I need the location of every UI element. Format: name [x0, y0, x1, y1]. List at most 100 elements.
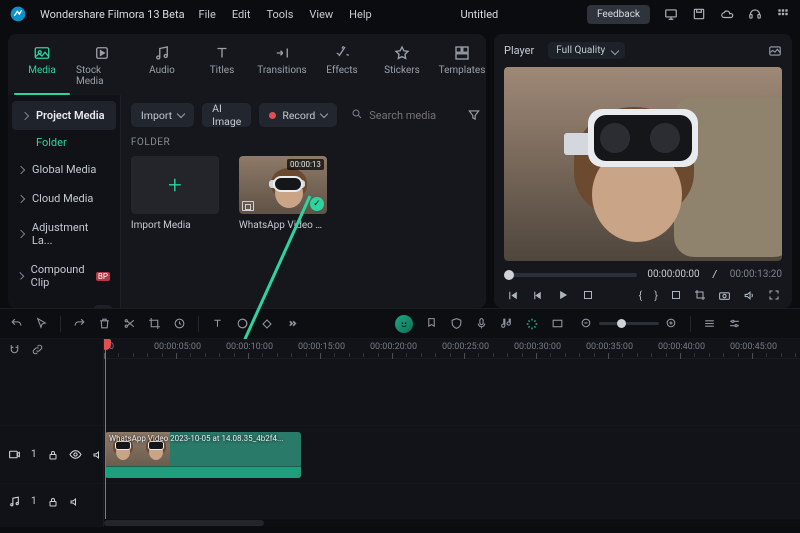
- delete-icon[interactable]: [98, 317, 111, 330]
- apps-icon[interactable]: [776, 7, 790, 21]
- fullscreen-icon[interactable]: [768, 289, 780, 301]
- settings-gear-icon[interactable]: [728, 317, 741, 330]
- new-bin-icon[interactable]: [16, 307, 30, 308]
- tab-stickers[interactable]: Stickers: [374, 40, 430, 93]
- speed-icon[interactable]: [173, 317, 186, 330]
- select-tool-icon[interactable]: [35, 317, 48, 330]
- crop-tool-icon[interactable]: [148, 317, 161, 330]
- search-input[interactable]: [349, 103, 451, 127]
- menu-file[interactable]: File: [199, 8, 216, 21]
- scrollbar-thumb[interactable]: [104, 520, 264, 526]
- display-icon[interactable]: [664, 7, 678, 21]
- clip-audio-lane: [105, 466, 301, 478]
- split-icon[interactable]: [123, 317, 136, 330]
- media-thumb[interactable]: 00:00:13 ✓ WhatsApp Video 2023-10-05...: [239, 156, 327, 231]
- crop-icon[interactable]: [694, 289, 706, 301]
- sidebar-item-compound-clip[interactable]: Compound ClipBP: [8, 255, 120, 297]
- tab-media[interactable]: Media: [14, 40, 70, 93]
- audio-track-row[interactable]: [104, 483, 800, 519]
- templates-icon: [453, 44, 471, 62]
- brace-close-icon[interactable]: }: [654, 289, 658, 302]
- sidebar-item-cloud-media[interactable]: Cloud Media: [8, 184, 120, 213]
- volume-icon[interactable]: [743, 289, 756, 302]
- sidebar-item-folder[interactable]: Folder: [8, 130, 120, 155]
- marker-icon[interactable]: [425, 317, 438, 330]
- snapshot-icon[interactable]: [768, 44, 782, 58]
- sidebar-item-project-media[interactable]: Project Media: [12, 101, 116, 130]
- mute-icon[interactable]: [92, 449, 104, 461]
- video-track-row[interactable]: WhatsApp Video 2023-10-05 at 14.08.35_4b…: [104, 425, 800, 483]
- timeline-canvas[interactable]: 00 00:00:05:00 00:00:10:00 00:00:15:00 0…: [104, 339, 800, 527]
- tab-effects[interactable]: Effects: [314, 40, 370, 93]
- menu-help[interactable]: Help: [349, 8, 372, 21]
- save-project-icon[interactable]: [692, 7, 706, 21]
- import-button[interactable]: Import: [131, 103, 194, 127]
- timeline-ruler[interactable]: 00 00:00:05:00 00:00:10:00 00:00:15:00 0…: [104, 339, 800, 359]
- new-folder-icon[interactable]: [40, 307, 54, 308]
- zoom-knob[interactable]: [617, 319, 626, 328]
- feedback-button[interactable]: Feedback: [587, 5, 650, 24]
- eye-icon[interactable]: [69, 448, 82, 461]
- cloud-icon[interactable]: [720, 7, 734, 21]
- shield-icon[interactable]: [450, 317, 463, 330]
- play-icon[interactable]: [556, 288, 570, 302]
- tab-stock-media[interactable]: Stock Media: [74, 40, 130, 93]
- import-media-card[interactable]: + Import Media: [131, 156, 219, 231]
- tab-audio[interactable]: Audio: [134, 40, 190, 93]
- mute-icon[interactable]: [69, 496, 81, 508]
- tab-transitions[interactable]: Transitions: [254, 40, 310, 93]
- filter-icon[interactable]: [467, 108, 481, 122]
- sidebar-item-adjustment-layer[interactable]: Adjustment La...: [8, 213, 120, 255]
- menu-tools[interactable]: Tools: [266, 8, 293, 21]
- ai-enhance-icon[interactable]: [525, 317, 539, 331]
- voice-icon[interactable]: [475, 317, 488, 330]
- redo-icon[interactable]: [73, 317, 86, 330]
- zoom-out-icon[interactable]: [580, 317, 593, 330]
- logo-icon: [10, 6, 26, 22]
- lock-icon[interactable]: [47, 496, 59, 508]
- audio-track-header[interactable]: 1: [0, 483, 103, 519]
- aspect-icon[interactable]: [551, 317, 564, 330]
- playhead[interactable]: [105, 339, 106, 527]
- quality-select[interactable]: Full Quality: [548, 42, 625, 59]
- collapse-sidebar-icon[interactable]: [94, 305, 112, 308]
- preview-viewport[interactable]: [504, 67, 782, 261]
- audio-mixer-icon[interactable]: [500, 317, 513, 330]
- timeline-scrollbar[interactable]: [104, 519, 800, 527]
- menu-view[interactable]: View: [309, 8, 333, 21]
- tab-media-label: Media: [28, 65, 56, 76]
- lock-icon[interactable]: [47, 449, 59, 461]
- more-tools-icon[interactable]: [285, 317, 298, 330]
- brace-open-icon[interactable]: {: [639, 289, 643, 302]
- stop-icon[interactable]: [582, 289, 594, 301]
- link-icon[interactable]: [31, 343, 44, 356]
- tab-titles[interactable]: Titles: [194, 40, 250, 93]
- ai-tool-icon[interactable]: [395, 315, 413, 333]
- video-track-header[interactable]: 1: [0, 425, 103, 483]
- ruler-label: 00:00:45:00: [730, 342, 777, 352]
- undo-icon[interactable]: [10, 317, 23, 330]
- record-button[interactable]: Record: [259, 103, 337, 127]
- text-tool-icon[interactable]: [211, 317, 224, 330]
- ruler-label: 00:00:25:00: [442, 342, 489, 352]
- ai-image-button[interactable]: AI Image: [202, 103, 251, 127]
- color-match-icon[interactable]: [236, 317, 249, 330]
- zoom-slider[interactable]: [599, 322, 659, 325]
- camera-icon[interactable]: [718, 289, 731, 302]
- keyframe-icon[interactable]: [261, 318, 273, 330]
- scrub-handle[interactable]: [504, 270, 514, 280]
- step-back-icon[interactable]: [531, 289, 544, 302]
- thumb-label: Import Media: [131, 220, 219, 231]
- menu-edit[interactable]: Edit: [232, 8, 251, 21]
- track-view-icon[interactable]: [703, 317, 716, 330]
- tab-templates[interactable]: Templates: [434, 40, 486, 93]
- scrub-track[interactable]: [504, 273, 637, 277]
- magnet-icon[interactable]: [8, 343, 21, 356]
- video-clip[interactable]: WhatsApp Video 2023-10-05 at 14.08.35_4b…: [105, 432, 301, 478]
- library-panel: Media Stock Media Audio Titles Transitio…: [8, 34, 486, 308]
- support-icon[interactable]: [748, 7, 762, 21]
- zoom-in-icon[interactable]: [665, 317, 678, 330]
- mark-in-icon[interactable]: [670, 289, 682, 301]
- prev-frame-icon[interactable]: [506, 289, 519, 302]
- sidebar-item-global-media[interactable]: Global Media: [8, 155, 120, 184]
